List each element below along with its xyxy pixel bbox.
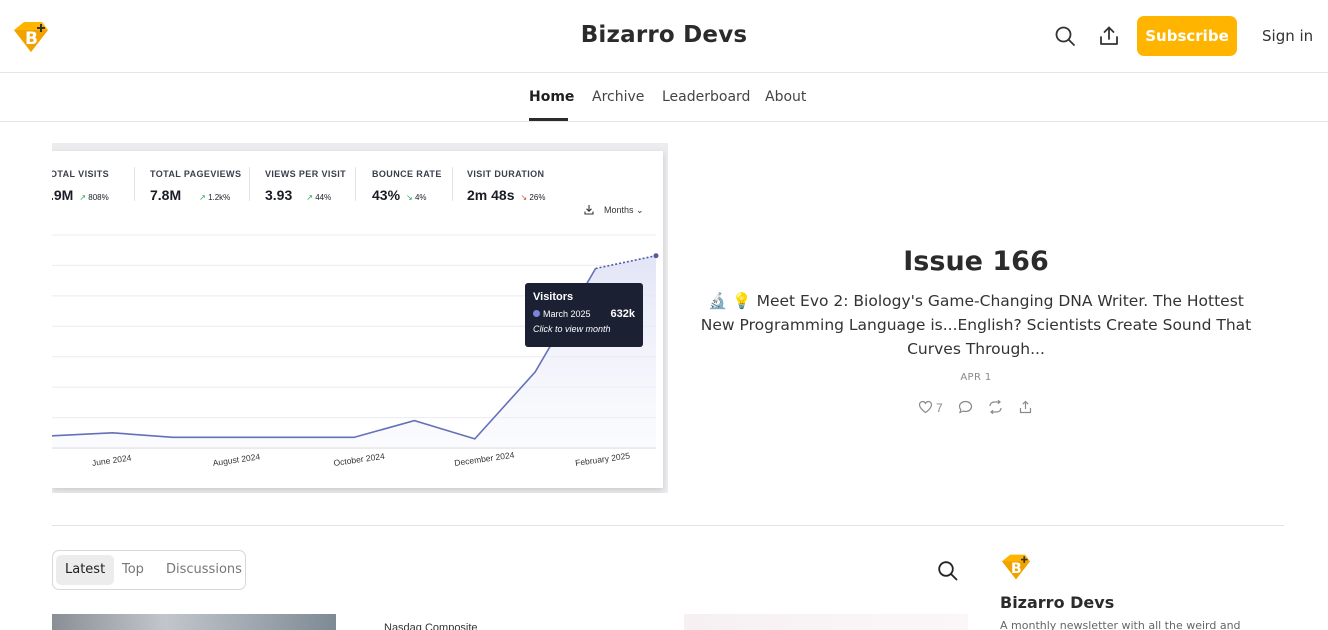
restack-icon[interactable]: [988, 400, 1003, 414]
post-thumbnail[interactable]: [52, 614, 336, 630]
post-date: APR 1: [960, 372, 992, 383]
site-title[interactable]: Bizarro Devs: [0, 22, 1328, 48]
tooltip-value: 632k: [610, 308, 635, 320]
nav-active-indicator: [529, 118, 568, 121]
search-posts-icon[interactable]: [937, 560, 958, 581]
post-hero-image[interactable]: OTAL VISITS .9M ↗ 808% TOTAL PAGEVIEWS 7.…: [52, 143, 668, 493]
x-tick-label: October 2024: [333, 451, 386, 468]
x-tick-label: June 2024: [91, 453, 132, 468]
sidebar-description: A monthly newsletter with all the weird …: [1000, 619, 1241, 630]
tooltip-month: March 2025: [543, 309, 591, 319]
tooltip-hint: Click to view month: [533, 324, 611, 334]
site-header: B Bizarro Devs Subscribe Sign in: [0, 0, 1328, 73]
post-title[interactable]: Issue 166: [680, 246, 1272, 277]
nav-archive[interactable]: Archive: [592, 89, 644, 105]
legend-dot-icon: [533, 310, 540, 317]
sidebar-publication-title[interactable]: Bizarro Devs: [1000, 593, 1114, 612]
main-nav: Home Archive Leaderboard About: [0, 73, 1328, 122]
post-thumbnail-text[interactable]: Nasdaq Composite: [384, 622, 478, 630]
heart-icon[interactable]: [918, 400, 933, 414]
sign-in-link[interactable]: Sign in: [1262, 27, 1313, 45]
tab-discussions[interactable]: Discussions: [157, 555, 251, 585]
x-tick-label: August 2024: [212, 451, 261, 468]
tooltip-title: Visitors: [533, 291, 574, 303]
search-icon[interactable]: [1054, 25, 1076, 47]
analytics-dashboard: OTAL VISITS .9M ↗ 808% TOTAL PAGEVIEWS 7.…: [52, 151, 663, 488]
post-subtitle[interactable]: 🔬 💡 Meet Evo 2: Biology's Game-Changing …: [700, 289, 1252, 361]
comment-icon[interactable]: [958, 400, 973, 414]
subscribe-button[interactable]: Subscribe: [1137, 16, 1237, 56]
data-point: [653, 253, 659, 259]
x-tick-label: December 2024: [454, 450, 516, 468]
tab-top[interactable]: Top: [113, 555, 153, 585]
post-thumbnail[interactable]: [684, 614, 968, 630]
tab-latest[interactable]: Latest: [56, 555, 115, 585]
nav-home[interactable]: Home: [529, 89, 574, 105]
nav-leaderboard[interactable]: Leaderboard: [662, 89, 750, 105]
x-tick-label: February 2025: [574, 450, 630, 468]
chart-tooltip: Visitors March 2025 632k Click to view mo…: [525, 283, 643, 347]
bizarro-logo-icon: B: [1002, 554, 1030, 580]
post-filter-tabs: Latest Top Discussions: [52, 550, 246, 590]
nav-about[interactable]: About: [765, 89, 806, 105]
svg-text:B: B: [1011, 561, 1022, 577]
share-post-icon[interactable]: [1018, 400, 1033, 414]
share-icon[interactable]: [1098, 25, 1120, 47]
section-divider: [52, 525, 1284, 526]
like-count: 7: [936, 401, 943, 415]
